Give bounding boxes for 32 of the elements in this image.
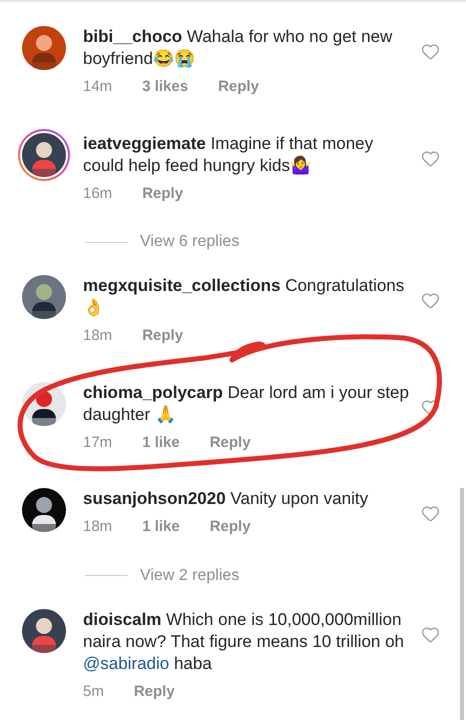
view-replies-link[interactable]: View 6 replies	[140, 230, 240, 254]
reply-link[interactable]: Reply	[142, 182, 184, 205]
comment-time: 17m	[83, 432, 112, 452]
like-icon[interactable]	[421, 624, 440, 644]
comment-text: ieatveggiemate Imagine if that money could help feed hungry kids🤷‍♀	[83, 132, 374, 176]
like-icon[interactable]	[421, 398, 440, 416]
reply-link[interactable]: Reply	[142, 325, 184, 348]
comment-time: 16m	[83, 184, 112, 204]
comment-time: 14m	[83, 77, 112, 97]
story-ring[interactable]	[18, 128, 70, 180]
mention-link[interactable]: @sabiradio	[83, 654, 170, 672]
likes-count[interactable]: 3 likes	[142, 76, 188, 98]
reply-link[interactable]: Reply	[210, 432, 251, 454]
like-icon[interactable]	[421, 42, 440, 61]
view-replies-link[interactable]: View 2 replies	[140, 564, 240, 588]
like-icon[interactable]	[421, 148, 440, 168]
likes-count[interactable]: 1 like	[142, 432, 180, 454]
scrollbar[interactable]	[460, 488, 464, 720]
comment-text: susanjohson2020 Vanity upon vanity	[83, 488, 370, 510]
reply-link[interactable]: Reply	[210, 516, 251, 538]
comment-text: megxquisite_collections Congratulations👌	[83, 275, 406, 319]
like-icon[interactable]	[421, 504, 440, 523]
comment-text: chioma_polycarp Dear lord am i your step daughter 🙏	[83, 382, 410, 426]
likes-count[interactable]: 1 like	[142, 516, 180, 538]
comment-time: 18m	[83, 517, 112, 537]
reply-link[interactable]: Reply	[218, 76, 259, 98]
comment-time: 18m	[83, 326, 112, 346]
like-icon[interactable]	[421, 291, 440, 310]
comment-time: 5m	[83, 682, 104, 702]
comment-text: bibi__choco Wahala for who no get new boyfriend😂😭	[83, 26, 394, 70]
comment-text: dioiscalm Which one is 10,000,000million naira now? That figure means 10 trillion oh @sabiradio haba	[83, 608, 405, 674]
reply-link[interactable]: Reply	[134, 680, 175, 703]
